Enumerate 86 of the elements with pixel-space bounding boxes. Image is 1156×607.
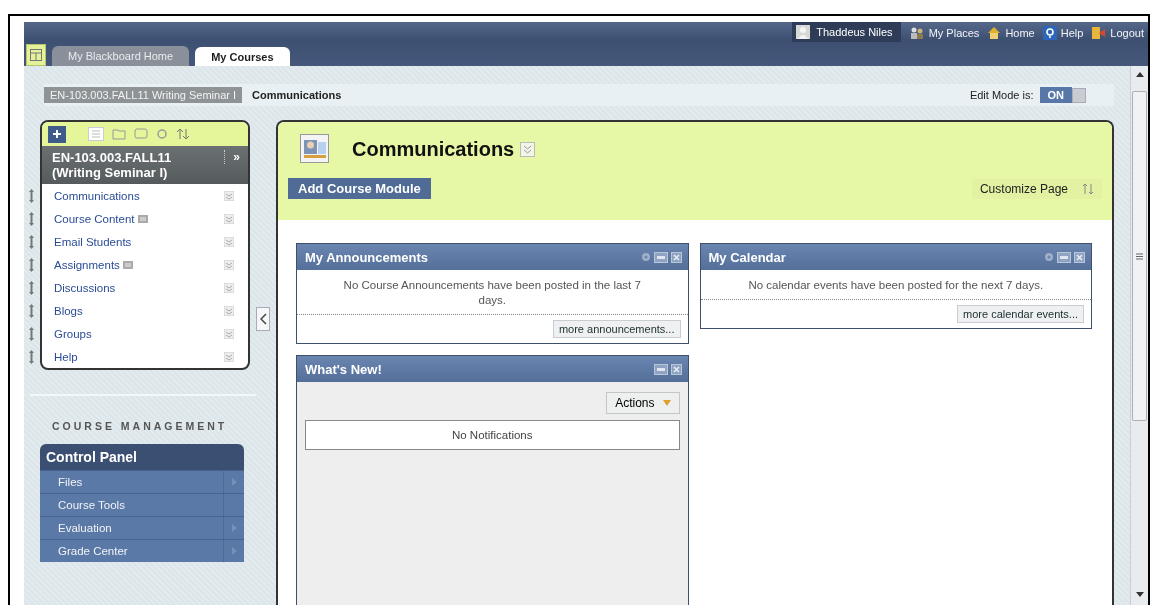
course-menu-link[interactable]: Communications [54, 189, 140, 202]
options-icon[interactable] [224, 236, 234, 247]
avatar-icon [796, 25, 811, 39]
module-message: No Course Announcements have been posted in the last 7 days. [342, 278, 642, 308]
options-icon[interactable] [224, 328, 234, 339]
control-panel-item[interactable]: Course Tools [40, 493, 244, 516]
gear-icon[interactable] [1044, 252, 1054, 262]
minimize-icon[interactable] [1057, 251, 1071, 263]
customize-page-button[interactable]: Customize Page [971, 178, 1102, 199]
submenu-arrow-icon [231, 547, 237, 555]
control-panel-item[interactable]: Files [40, 470, 244, 493]
top-link[interactable]: My Places [908, 22, 980, 40]
minimize-icon[interactable] [653, 251, 668, 263]
plus-icon [52, 128, 62, 139]
control-panel-header[interactable]: Control Panel [40, 444, 244, 470]
more-button[interactable]: more calendar events... [957, 305, 1084, 323]
options-icon[interactable] [224, 213, 234, 224]
tab[interactable]: My Courses [195, 47, 290, 66]
grip-icon [1136, 252, 1143, 260]
top-link[interactable]: Logout [1091, 22, 1144, 40]
course-menu-link[interactable]: Blogs [54, 304, 83, 317]
people-icon [908, 26, 925, 40]
minimize-icon[interactable] [653, 363, 668, 375]
id-card-icon [300, 134, 332, 164]
house-icon [987, 26, 1002, 40]
folder-icon[interactable] [112, 128, 126, 140]
scrollbar[interactable] [1130, 66, 1148, 605]
chevron-left-icon [259, 313, 267, 325]
options-icon[interactable] [224, 259, 234, 270]
top-link[interactable]: Home [987, 22, 1035, 40]
sort-icon [1082, 182, 1094, 195]
control-panel-item[interactable]: Evaluation [40, 516, 244, 539]
section-heading: COURSE MANAGEMENT [51, 419, 229, 434]
window-icon[interactable] [134, 128, 148, 140]
course-menu-link[interactable]: Groups [54, 327, 92, 340]
content-area-icon [122, 260, 133, 269]
course-menu-link[interactable]: Assignments [54, 258, 133, 271]
module-title: My Calendar [708, 249, 786, 265]
user-name: Thaddeus Niles [816, 26, 893, 38]
options-icon[interactable] [224, 351, 234, 362]
course-menu-link[interactable]: Help [54, 350, 78, 363]
module-title: My Announcements [305, 249, 429, 265]
course-menu-link[interactable]: Email Students [54, 235, 132, 248]
options-icon[interactable] [224, 305, 234, 316]
notifications-box: No Notifications [305, 420, 680, 450]
dropdown-icon[interactable] [520, 141, 536, 157]
drag-handle-icon[interactable] [28, 303, 35, 318]
collapse-menu-button[interactable] [256, 307, 270, 331]
content-area-icon [137, 214, 148, 223]
control-panel-item[interactable]: Grade Center [40, 539, 244, 562]
gear-icon[interactable] [640, 252, 651, 262]
add-course-module-button[interactable]: Add Course Module [288, 178, 431, 199]
top-link[interactable]: Help [1042, 22, 1084, 40]
add-menu-item-button[interactable] [48, 125, 66, 143]
drag-handle-icon[interactable] [28, 280, 35, 295]
app-icon[interactable] [26, 44, 46, 66]
sort-icon[interactable] [176, 128, 190, 140]
more-button[interactable]: more announcements... [552, 320, 681, 338]
close-icon[interactable] [1074, 251, 1085, 263]
scroll-down-icon[interactable] [1135, 592, 1144, 597]
drag-handle-icon[interactable] [28, 326, 35, 341]
options-icon[interactable] [224, 190, 234, 201]
drag-handle-icon[interactable] [28, 234, 35, 249]
scroll-up-icon[interactable] [1135, 72, 1144, 77]
collapse-button[interactable]: » [224, 150, 242, 164]
drag-handle-icon[interactable] [28, 349, 35, 364]
door-icon [1091, 26, 1107, 40]
close-icon[interactable] [670, 363, 682, 375]
close-icon[interactable] [670, 251, 682, 263]
breadcrumb-current: Communications [252, 89, 342, 101]
options-icon[interactable] [224, 282, 234, 293]
course-title: EN-103.003.FALL11 (Writing Seminar I) [52, 150, 173, 180]
course-menu-link[interactable]: Discussions [54, 281, 116, 294]
user-badge[interactable]: Thaddeus Niles [792, 22, 901, 42]
submenu-arrow-icon [231, 524, 237, 532]
module-message: No calendar events have been posted for the next 7 days. [747, 278, 1045, 293]
drag-handle-icon[interactable] [28, 211, 35, 226]
page-title: Communications [352, 137, 515, 161]
actions-button[interactable]: Actions [606, 392, 680, 414]
caret-icon [662, 400, 671, 406]
module-title: What's New! [305, 361, 382, 377]
drag-handle-icon[interactable] [28, 188, 35, 203]
submenu-arrow-icon [231, 478, 237, 486]
edit-mode-label: Edit Mode is: [969, 89, 1034, 101]
course-menu-link[interactable]: Course Content [54, 212, 148, 225]
drag-handle-icon[interactable] [28, 257, 35, 272]
